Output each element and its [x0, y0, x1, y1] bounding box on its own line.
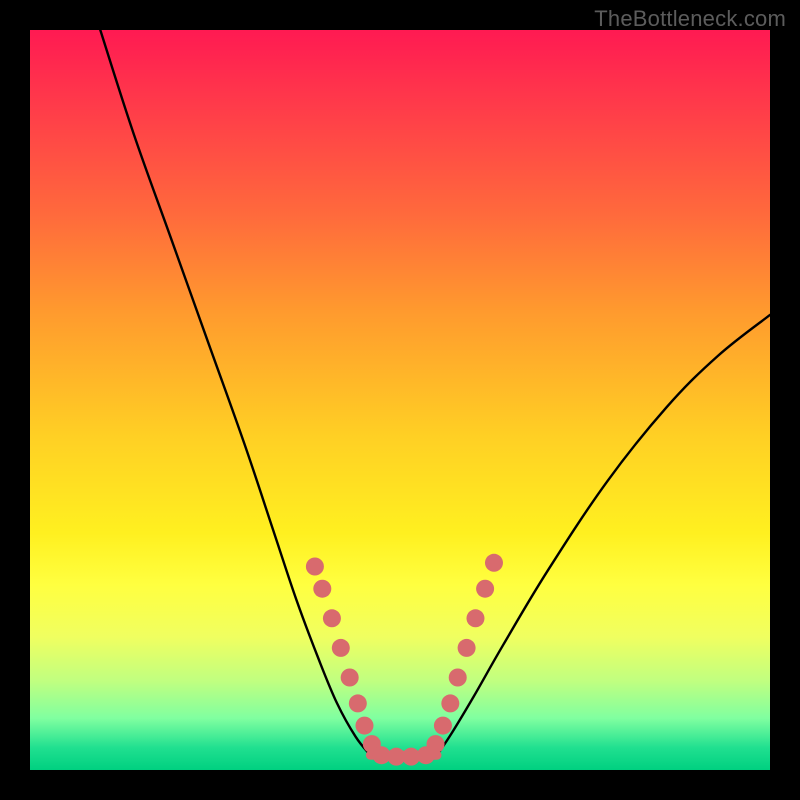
marker-dot — [355, 717, 373, 735]
marker-dot — [485, 554, 503, 572]
watermark-text: TheBottleneck.com — [594, 6, 786, 32]
marker-dot — [466, 609, 484, 627]
marker-dot — [313, 580, 331, 598]
marker-dot — [332, 639, 350, 657]
chart-svg — [30, 30, 770, 770]
marker-dot — [458, 639, 476, 657]
series-left-curve — [100, 30, 370, 755]
series-right-curve — [437, 315, 770, 755]
markers-group — [306, 554, 503, 766]
marker-dot — [434, 717, 452, 735]
marker-dot — [449, 669, 467, 687]
marker-dot — [323, 609, 341, 627]
marker-dot — [349, 694, 367, 712]
marker-dot — [427, 735, 445, 753]
marker-dot — [306, 558, 324, 576]
plot-area — [30, 30, 770, 770]
marker-dot — [441, 694, 459, 712]
marker-dot — [476, 580, 494, 598]
marker-dot — [341, 669, 359, 687]
outer-frame: TheBottleneck.com — [0, 0, 800, 800]
series-group — [100, 30, 770, 755]
